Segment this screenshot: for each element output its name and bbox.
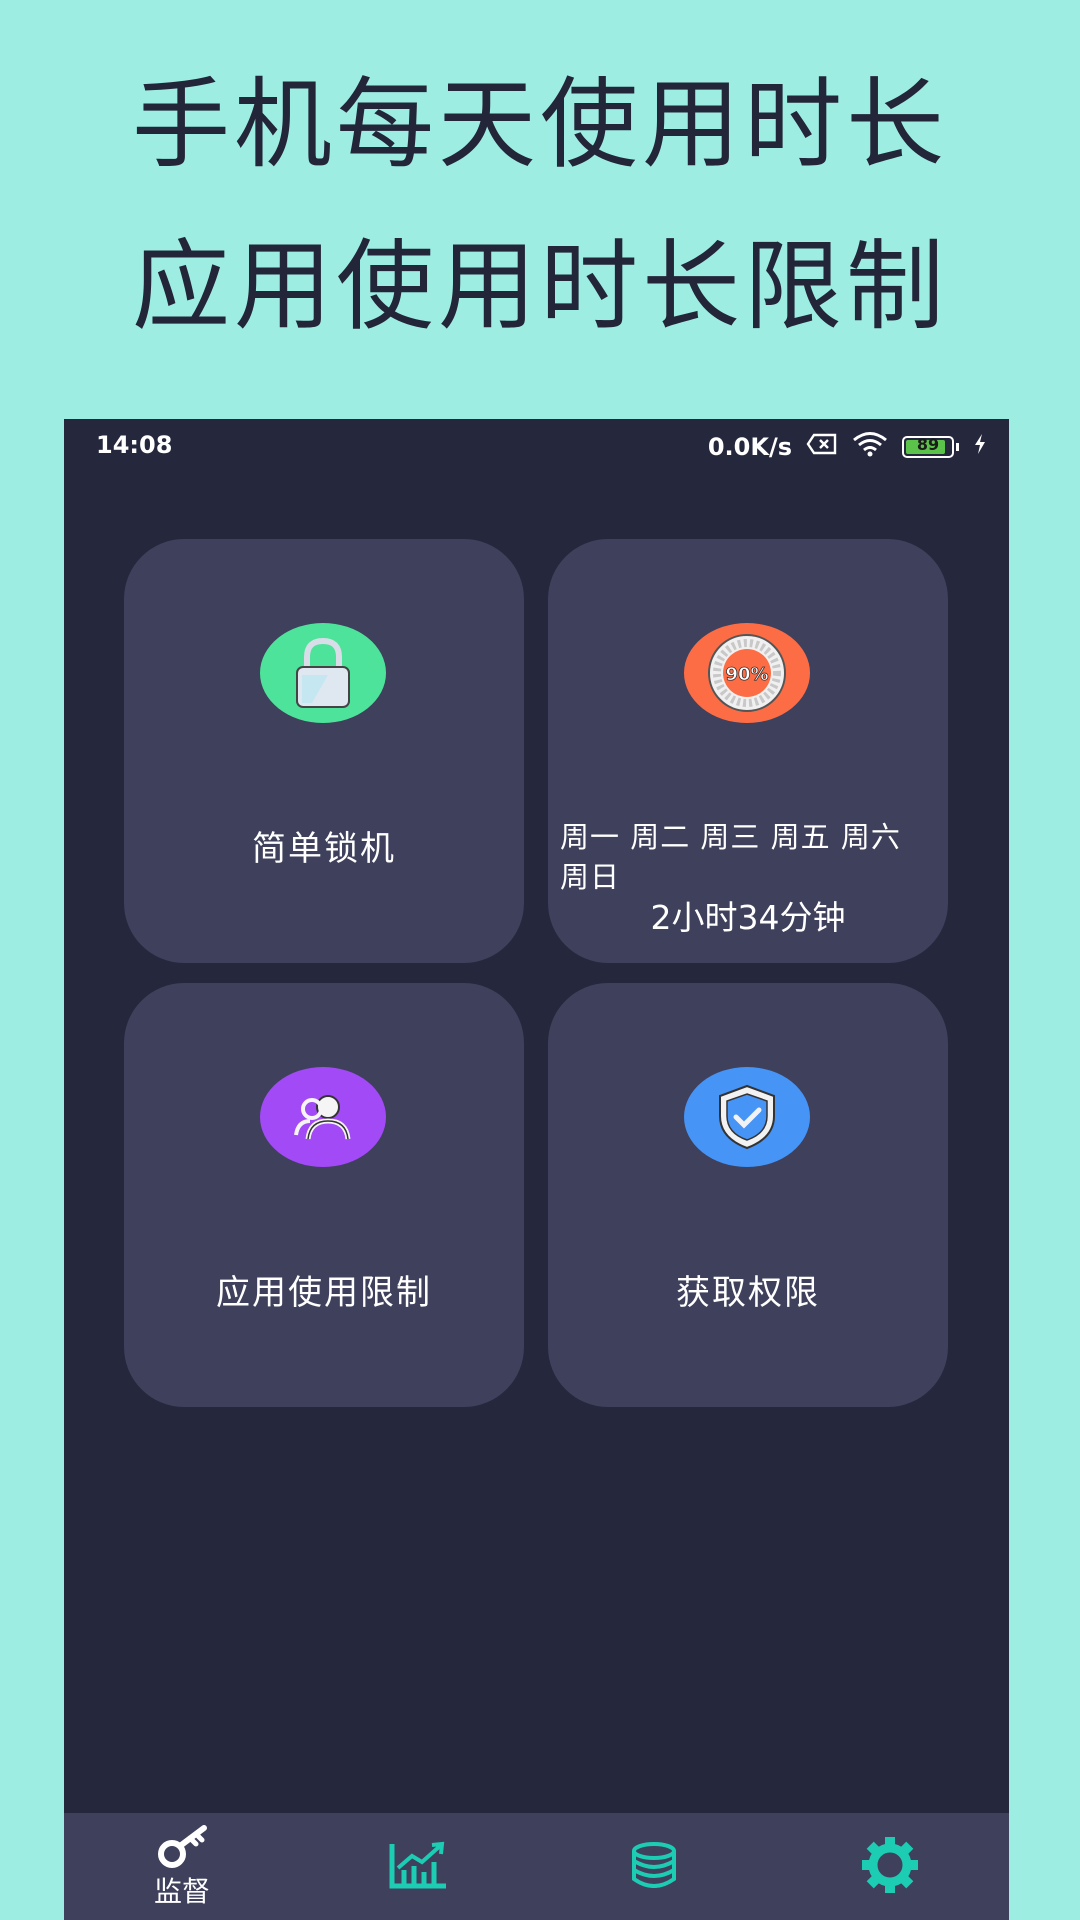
permission-label: 获取权限 (676, 1273, 820, 1313)
network-speed: 0.0K/s (707, 433, 792, 461)
percent-badge: 90% (725, 664, 768, 685)
weekdays-text: 周一 周二 周三 周五 周六 周日 (560, 820, 901, 894)
padlock-icon (260, 623, 386, 723)
nav-item-settings[interactable] (772, 1813, 1008, 1920)
shield-check-icon (684, 1067, 810, 1167)
battery-level: 89 (916, 435, 940, 454)
bottom-nav: 监督 (64, 1813, 1009, 1920)
nav-item-supervise[interactable]: 监督 (64, 1813, 300, 1920)
sim-x-icon (806, 433, 838, 461)
promo-subtitle: 应用使用时长限制 (131, 230, 948, 344)
wifi-icon (852, 431, 888, 463)
phone-screen: 14:08 0.0K/s 89 简单锁机 90% 周一 周二 周三 周五 周六 … (64, 419, 1009, 1920)
users-icon (260, 1067, 386, 1167)
database-icon (629, 1841, 679, 1892)
charging-bolt-icon (973, 433, 987, 461)
simple-lock-card[interactable]: 简单锁机 (124, 539, 524, 963)
permission-card[interactable]: 获取权限 (548, 983, 948, 1407)
simple-lock-label: 简单锁机 (252, 829, 396, 869)
nav-item-data[interactable] (536, 1813, 772, 1920)
chart-icon (388, 1840, 448, 1894)
percent-ring-icon: 90% (684, 623, 810, 723)
promo-title: 手机每天使用时长 (131, 68, 948, 182)
usage-card[interactable]: 90% 周一 周二 周三 周五 周六 周日 2小时34分钟 (548, 539, 948, 963)
app-limit-card[interactable]: 应用使用限制 (124, 983, 524, 1407)
key-icon (152, 1824, 212, 1874)
app-limit-label: 应用使用限制 (216, 1273, 432, 1313)
nav-item-stats[interactable] (300, 1813, 536, 1920)
status-bar: 14:08 0.0K/s 89 (64, 419, 1009, 475)
status-time: 14:08 (96, 431, 173, 459)
usage-duration: 2小时34分钟 (650, 898, 846, 937)
gear-icon (860, 1835, 920, 1899)
nav-label-supervise: 监督 (153, 1874, 210, 1908)
battery-icon: 89 (902, 435, 954, 458)
status-right: 0.0K/s 89 (708, 431, 987, 463)
battery-tip (956, 443, 959, 451)
